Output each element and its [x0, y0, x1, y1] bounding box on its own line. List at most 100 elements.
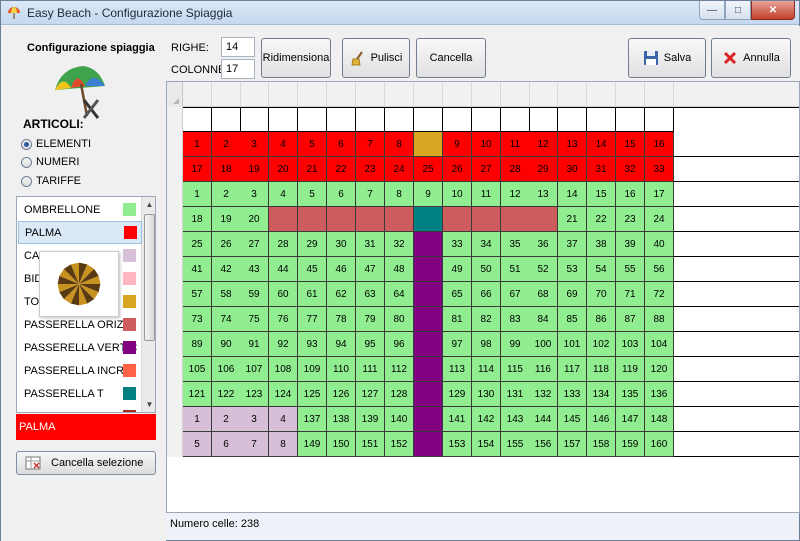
- scroll-thumb[interactable]: [144, 214, 155, 341]
- grid-cell[interactable]: [443, 207, 472, 232]
- column-header[interactable]: [269, 82, 298, 107]
- grid-cell[interactable]: 1: [183, 182, 212, 207]
- list-item[interactable]: PALMA: [18, 221, 142, 244]
- grid-cell[interactable]: 123: [240, 382, 269, 407]
- grid-cell[interactable]: 85: [558, 307, 587, 332]
- list-item[interactable]: PASSERELLA L DEST: [18, 405, 142, 412]
- grid-cell[interactable]: 108: [269, 357, 298, 382]
- grid-cell[interactable]: 8: [385, 182, 414, 207]
- grid-cell[interactable]: 156: [529, 432, 558, 457]
- grid-cell[interactable]: 148: [645, 407, 674, 432]
- grid-cell[interactable]: 106: [212, 357, 241, 382]
- grid-cell[interactable]: 25: [414, 157, 443, 182]
- grid-cell[interactable]: [414, 432, 443, 457]
- grid-cell[interactable]: 67: [501, 282, 530, 307]
- grid-cell[interactable]: 109: [298, 357, 327, 382]
- grid-cell[interactable]: 5: [298, 132, 327, 157]
- grid-cell[interactable]: 149: [298, 432, 327, 457]
- beach-grid[interactable]: 1 2 3 4 5 6 7 8 9 10 11 12 13 14 15 16 17 18 19 20 21 22 23 24 2…: [166, 81, 800, 513]
- grid-cell[interactable]: 122: [212, 382, 241, 407]
- grid-cell[interactable]: 10: [443, 182, 472, 207]
- grid-cell[interactable]: 68: [529, 282, 558, 307]
- grid-cell[interactable]: 152: [385, 432, 414, 457]
- grid-cell[interactable]: 35: [501, 232, 530, 257]
- grid-cell[interactable]: 39: [616, 232, 645, 257]
- grid-cell[interactable]: 107: [240, 357, 269, 382]
- grid-cell[interactable]: 18: [183, 207, 212, 232]
- grid-cell[interactable]: 57: [183, 282, 212, 307]
- grid-cell[interactable]: 158: [587, 432, 616, 457]
- empty-row[interactable]: [183, 107, 674, 132]
- grid-cell[interactable]: 65: [443, 282, 472, 307]
- grid-cell[interactable]: 32: [385, 232, 414, 257]
- grid-cell[interactable]: 58: [212, 282, 241, 307]
- grid-cell[interactable]: 17: [183, 157, 212, 182]
- grid-cell[interactable]: 2: [212, 132, 241, 157]
- grid-cell[interactable]: 66: [472, 282, 501, 307]
- grid-cell[interactable]: [472, 207, 501, 232]
- grid-cell[interactable]: [269, 207, 298, 232]
- grid-cell[interactable]: 21: [298, 157, 327, 182]
- grid-cell[interactable]: 36: [529, 232, 558, 257]
- grid-cell[interactable]: 147: [616, 407, 645, 432]
- grid-cell[interactable]: 56: [645, 257, 674, 282]
- grid-cell[interactable]: 28: [501, 157, 530, 182]
- grid-cell[interactable]: 2: [212, 407, 241, 432]
- grid-cell[interactable]: 131: [501, 382, 530, 407]
- grid-cell[interactable]: 8: [385, 132, 414, 157]
- grid-cell[interactable]: 4: [269, 132, 298, 157]
- grid-cell[interactable]: 51: [501, 257, 530, 282]
- grid-cell[interactable]: 112: [385, 357, 414, 382]
- grid-cell[interactable]: 98: [472, 332, 501, 357]
- grid-cell[interactable]: 21: [558, 207, 587, 232]
- maximize-icon[interactable]: □: [725, 1, 751, 20]
- grid-cell[interactable]: 16: [645, 132, 674, 157]
- column-header[interactable]: [587, 82, 616, 107]
- grid-cell[interactable]: 75: [240, 307, 269, 332]
- grid-cell[interactable]: 7: [356, 182, 385, 207]
- grid-cell[interactable]: 23: [356, 157, 385, 182]
- grid-cell[interactable]: 11: [501, 132, 530, 157]
- grid-cell[interactable]: 24: [645, 207, 674, 232]
- grid-cell[interactable]: 18: [212, 157, 241, 182]
- grid-cell[interactable]: 150: [327, 432, 356, 457]
- grid-cell[interactable]: 3: [240, 182, 269, 207]
- title-bar[interactable]: Easy Beach - Configurazione Spiaggia — □…: [1, 1, 799, 25]
- grid-cell[interactable]: 139: [356, 407, 385, 432]
- grid-cell[interactable]: 22: [327, 157, 356, 182]
- grid-cell[interactable]: 134: [587, 382, 616, 407]
- column-header[interactable]: [183, 82, 212, 107]
- grid-cell[interactable]: 5: [298, 182, 327, 207]
- grid-cell[interactable]: 5: [183, 432, 212, 457]
- grid-cell[interactable]: 101: [558, 332, 587, 357]
- list-item[interactable]: PASSERELLA T: [18, 382, 142, 405]
- grid-cell[interactable]: 121: [183, 382, 212, 407]
- grid-cell[interactable]: 80: [385, 307, 414, 332]
- grid-cell[interactable]: 140: [385, 407, 414, 432]
- grid-cell[interactable]: 129: [443, 382, 472, 407]
- list-item[interactable]: PASSERELLA INCRO: [18, 359, 142, 382]
- grid-cell[interactable]: 34: [472, 232, 501, 257]
- ridimensiona-button[interactable]: Ridimensiona: [261, 38, 331, 78]
- grid-cell[interactable]: 27: [472, 157, 501, 182]
- grid-cell[interactable]: 1: [183, 132, 212, 157]
- column-header[interactable]: [529, 82, 558, 107]
- grid-cell[interactable]: 38: [587, 232, 616, 257]
- grid-cell[interactable]: 120: [645, 357, 674, 382]
- list-scrollbar[interactable]: ▲ ▼: [141, 197, 155, 412]
- clear-selection-button[interactable]: Cancella selezione: [16, 451, 156, 475]
- grid-cell[interactable]: [298, 207, 327, 232]
- grid-cell[interactable]: 15: [587, 182, 616, 207]
- grid-cell[interactable]: 24: [385, 157, 414, 182]
- grid-cell[interactable]: 45: [298, 257, 327, 282]
- grid-cell[interactable]: 157: [558, 432, 587, 457]
- grid-cell[interactable]: 3: [240, 132, 269, 157]
- radio-checked-icon[interactable]: [21, 138, 32, 150]
- grid-cell[interactable]: 53: [558, 257, 587, 282]
- grid-cell[interactable]: 133: [558, 382, 587, 407]
- grid-cell[interactable]: 90: [212, 332, 241, 357]
- grid-cell[interactable]: [414, 382, 443, 407]
- radio-unchecked-icon[interactable]: [21, 175, 32, 187]
- grid-cell[interactable]: 92: [269, 332, 298, 357]
- grid-cell[interactable]: 71: [616, 282, 645, 307]
